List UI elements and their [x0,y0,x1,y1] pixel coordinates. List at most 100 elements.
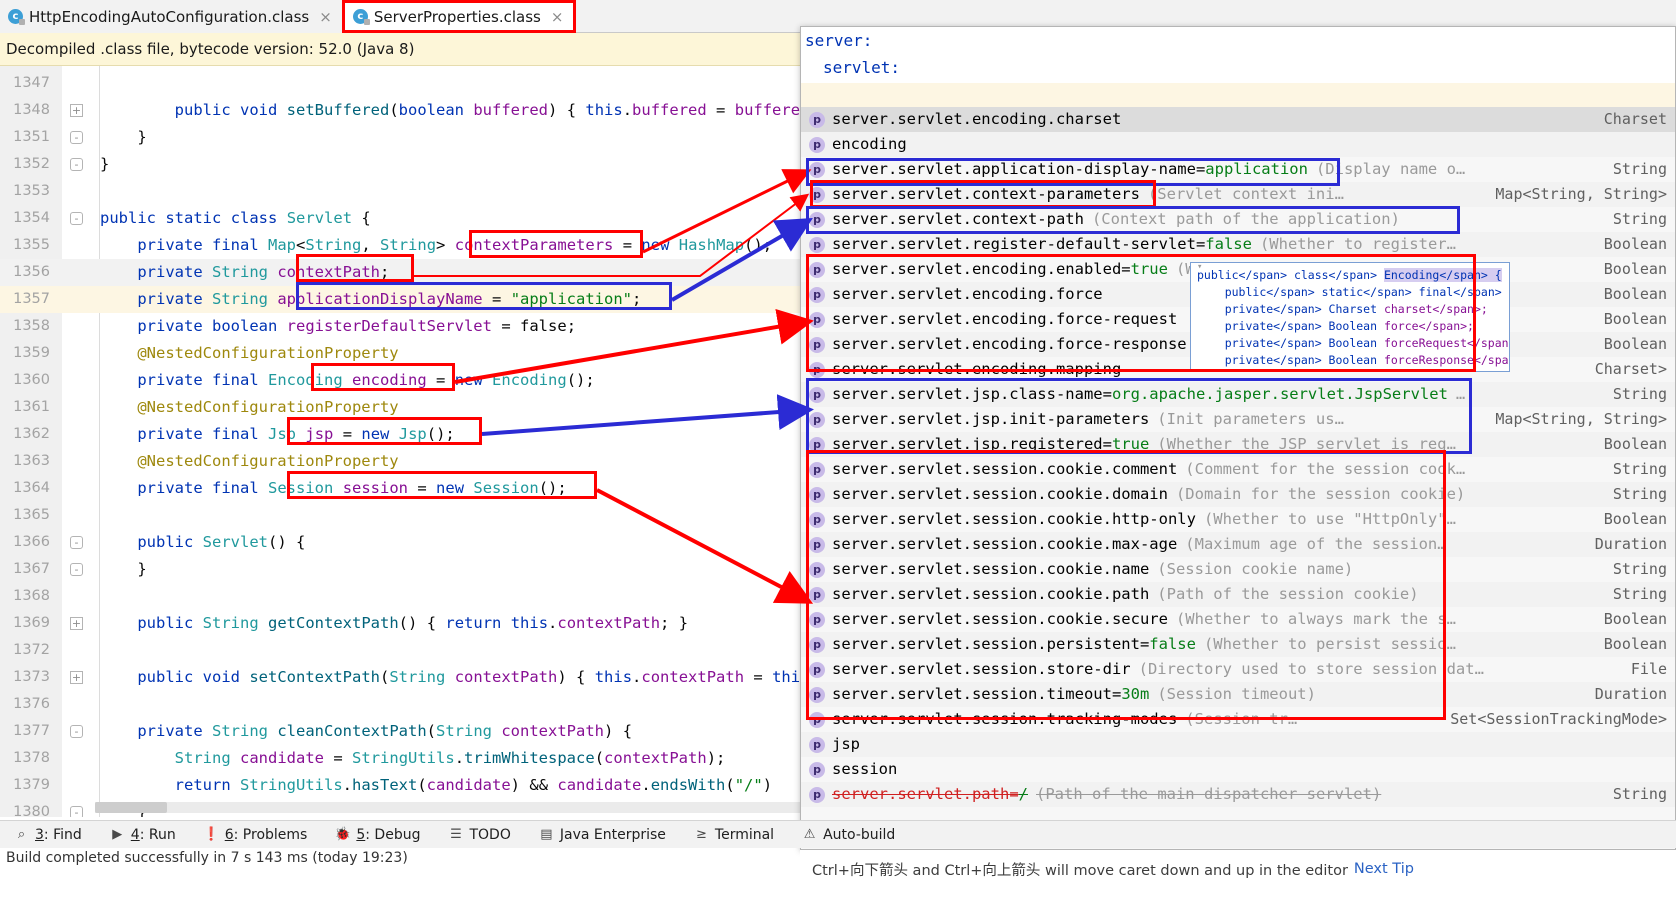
completion-item[interactable]: p server.servlet.encoding.charset Charset [801,107,1675,132]
code-text: private final Session session = new Sess… [137,479,567,497]
status-bar-item[interactable]: ▶ 4: Run [96,827,190,843]
completion-item-equals: = [1195,235,1206,253]
completion-item-value: 30m [1121,685,1150,703]
completion-item[interactable]: p server.servlet.jsp.class-name = org.apach… [801,382,1675,407]
property-icon: p [809,311,825,328]
property-icon: p [809,486,825,503]
completion-item-list[interactable]: p server.servlet.encoding.charset Charset p… [801,107,1675,849]
completion-item[interactable]: p server.servlet.session.timeout = 30m (Sess… [801,682,1675,707]
fold-collapse-icon[interactable]: - [70,158,83,171]
tab-http-encoding-auto-configuration[interactable]: c HttpEncodingAutoConfiguration.class × [0,0,342,33]
completion-item-doc: (Whether to always mark the s… [1175,610,1456,628]
completion-item[interactable]: p server.servlet.context-parameters (Servl… [801,182,1675,207]
status-bar-item[interactable]: ❗ 6: Problems [190,827,322,843]
completion-item[interactable]: p server.servlet.register-default-servlet… [801,232,1675,257]
completion-item[interactable]: p server.servlet.session.cookie.max-age (M… [801,532,1675,557]
completion-item[interactable]: p server.servlet.application-display-name… [801,157,1675,182]
fold-expand-icon[interactable]: + [70,671,83,684]
completion-item[interactable]: p server.servlet.session.cookie.name (Sess… [801,557,1675,582]
completion-item[interactable]: p session [801,757,1675,782]
line-number: 1357 [13,291,50,307]
completion-item[interactable]: p server.servlet.session.cookie.comment (C… [801,457,1675,482]
line-number: 1372 [13,642,50,658]
completion-item[interactable]: p server.servlet.session.cookie.path (Path… [801,582,1675,607]
fold-collapse-icon[interactable]: - [70,131,83,144]
completion-item-key: server.servlet.context-parameters [832,185,1140,203]
completion-item-type: String [1612,585,1667,603]
completion-item-equals: = [1139,635,1150,653]
completion-item[interactable]: p server.servlet.session.cookie.domain (Do… [801,482,1675,507]
completion-item-type: Boolean [1603,510,1667,528]
completion-item[interactable]: p server.servlet.jsp.init-parameters (Init… [801,407,1675,432]
status-bar-item[interactable]: 🐞 5: Debug [321,827,434,843]
close-icon[interactable]: × [551,8,564,26]
close-icon[interactable]: × [319,8,332,26]
yaml-editor-preview[interactable]: server: servlet: [801,27,1675,107]
completion-item-doc: (Session timeout) [1157,685,1316,703]
completion-item[interactable]: p server.servlet.path = / (Path of the main … [801,782,1675,807]
tooltip-code-line: public</span> static</span> final</span>… [1224,285,1509,299]
completion-item[interactable]: p server.servlet.jsp.registered = true (Whet… [801,432,1675,457]
tool-window-status-bar[interactable]: ⌕ 3: Find ▶ 4: Run ❗ 6: Problems 🐞 5: Debug ☰ TOD… [0,820,1676,848]
completion-item[interactable]: p encoding [801,132,1675,157]
build-output-line: Build completed successfully in 7 s 143 … [0,850,1676,890]
property-icon: p [809,186,825,203]
completion-item-type: Set<SessionTrackingMode> [1450,710,1667,728]
fold-collapse-icon[interactable]: - [70,725,83,738]
line-number: 1355 [13,237,50,253]
completion-item-doc: (Context path of the application) [1091,210,1400,228]
property-icon: p [809,736,825,753]
line-number: 1358 [13,318,50,334]
completion-item-key: server.servlet.encoding.charset [832,110,1122,128]
completion-item-key: server.servlet.encoding.force-request [832,310,1178,328]
status-bar-item[interactable]: ⚠ Auto-build [788,827,909,843]
fold-collapse-icon[interactable]: - [70,212,83,225]
completion-item-type: String [1612,385,1667,403]
completion-item-key: server.servlet.session.tracking-modes [832,710,1178,728]
completion-item[interactable]: p server.servlet.session.tracking-modes (S… [801,707,1675,732]
tab-server-properties[interactable]: c ServerProperties.class × [341,0,577,33]
property-icon: p [809,361,825,378]
completion-item[interactable]: p server.servlet.session.store-dir (Direct… [801,657,1675,682]
completion-item-type: Boolean [1603,435,1667,453]
fold-collapse-icon[interactable]: - [70,563,83,576]
fold-expand-icon[interactable]: + [70,104,83,117]
line-number: 1369 [13,615,50,631]
status-bar-item[interactable]: ☰ TODO [434,827,524,843]
completion-item-value: false [1205,235,1252,253]
property-icon: p [809,286,825,303]
code-text: } [137,560,147,578]
status-bar-item[interactable]: ▤ Java Enterprise [525,827,680,843]
property-icon: p [809,761,825,778]
completion-item[interactable]: p server.servlet.session.cookie.secure (Wh… [801,607,1675,632]
completion-item-key: server.servlet.context-path [832,210,1084,228]
fold-collapse-icon[interactable]: - [70,536,83,549]
completion-item-type: String [1612,785,1667,803]
property-icon: p [809,386,825,403]
completion-item-doc: (Session cookie name) [1157,560,1354,578]
line-number: 1348 [13,102,50,118]
status-bar-item[interactable]: ≥ Terminal [680,827,788,843]
scrollbar-thumb[interactable] [95,802,167,813]
status-bar-item[interactable]: ⌕ 3: Find [0,827,96,843]
completion-item-type: String [1612,210,1667,228]
line-number: 1366 [13,534,50,550]
completion-item[interactable]: p jsp [801,732,1675,757]
completion-item[interactable]: p server.servlet.context-path (Context pat… [801,207,1675,232]
completion-item[interactable]: p server.servlet.session.persistent = false… [801,632,1675,657]
completion-item-key: server.servlet.encoding.mapping [832,360,1122,378]
completion-item-key: server.servlet.encoding.force-response [832,335,1187,353]
fold-expand-icon[interactable]: + [70,617,83,630]
code-completion-popup[interactable]: server: servlet: p server.servlet.encodin… [800,26,1676,850]
decompiled-notice-text: Decompiled .class file, bytecode version… [6,40,415,58]
code-text: @NestedConfigurationProperty [100,398,399,416]
completion-item[interactable]: p server.servlet.session.cookie.http-only… [801,507,1675,532]
completion-item-doc: (Whether to register… [1259,235,1456,253]
code-text: public void setContextPath(String contex… [137,668,810,686]
completion-item-key: server.servlet.session.cookie.name [832,560,1150,578]
completion-item-doc: (Directory used to store session dat… [1138,660,1484,678]
code-text: String candidate = StringUtils.trimWhite… [174,749,726,767]
line-number: 1377 [13,723,50,739]
line-number: 1368 [13,588,50,604]
fold-collapse-icon[interactable]: - [70,806,83,817]
